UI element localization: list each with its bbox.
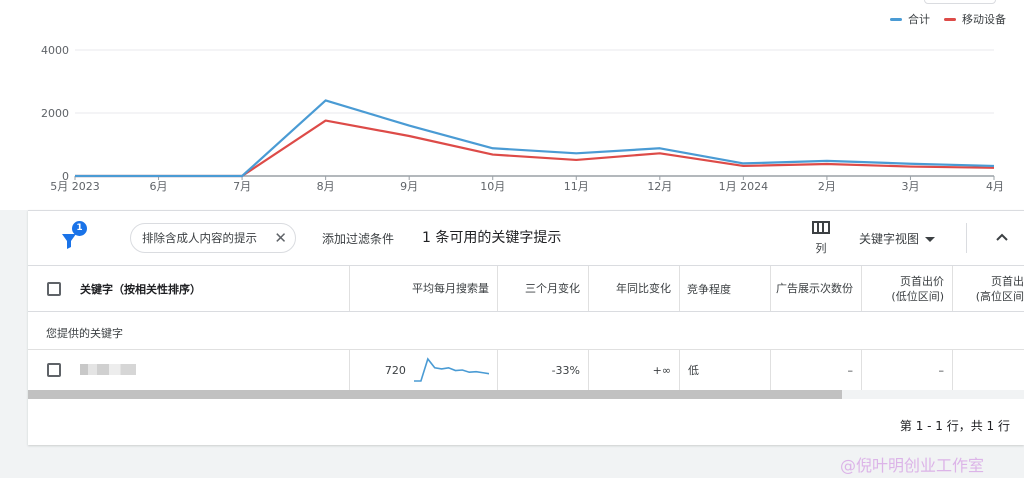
filter-chip-adult[interactable]: 排除含成人内容的提示 ✕ [130,223,296,253]
table-toolbar: 1 排除含成人内容的提示 ✕ 添加过滤条件 1 条可用的关键字提示 列 关键字视… [28,211,1024,265]
table-row[interactable]: 720 -33% +∞ 低 – – [28,350,1024,390]
keyword-view-dropdown[interactable]: 关键字视图 [859,230,936,247]
collapse-button[interactable] [994,229,1010,245]
watermark-text: @倪叶明创业工作室 [840,456,985,475]
section-label: 您提供的关键字 [46,327,123,340]
blurred-keyword [80,364,136,375]
keyword-count-title: 1 条可用的关键字提示 [422,230,562,246]
section-row-provided: 您提供的关键字 [28,312,1024,350]
x-tick-label: 3月 [901,180,919,193]
header-yoy[interactable]: 年同比变化 [588,266,679,311]
x-tick-label: 1月 2024 [719,180,769,193]
cell-competition: 低 [679,350,770,390]
line-chart-svg: 0200040005月 2023 6月 7月 8月 9月 10月 11月 12月 1月 2024… [41,44,1004,193]
cell-avg-monthly: 720 [349,350,497,390]
avg-monthly-value: 720 [384,363,406,377]
y-tick-label: 4000 [41,44,69,57]
header-bid-low-line2: (低位区间) [891,289,944,303]
x-tick-label: 2月 [818,180,836,193]
x-tick-label: 4月 [986,180,1004,193]
x-tick-label: 6月 [150,180,168,193]
header-bid-high[interactable]: 页首出 (高位区间 [952,266,1024,311]
keyword-view-label: 关键字视图 [859,232,920,246]
x-tick-label: 9月 [400,180,418,193]
x-tick-label: 12月 [647,180,672,193]
table-header-row: 关键字（按相关性排序） 平均每月搜索量 三个月变化 年同比变化 竞争程度 广告展… [28,265,1024,312]
cell-yoy: +∞ [588,350,679,390]
sparkline-line [413,357,489,382]
close-icon[interactable]: ✕ [274,230,287,246]
x-tick-label: 5月 2023 [50,180,100,193]
series-line-mobile [75,119,995,178]
trend-chart: 合计 移动设备 0 2000 4000 5月 2023 6月 7月 8月 9月 10月 11月 12… [0,0,1024,210]
select-all-checkbox[interactable] [47,282,61,296]
trend-sparkline [413,357,489,382]
columns-label: 列 [815,242,827,255]
header-three-month[interactable]: 三个月变化 [497,266,588,311]
horizontal-scrollbar[interactable] [28,390,1024,399]
add-filter-button[interactable]: 添加过滤条件 [322,230,394,247]
cell-bid-low: – [861,350,952,390]
y-tick-label: 2000 [41,107,69,120]
x-tick-label: 10月 [480,180,505,193]
scrollbar-thumb[interactable] [28,390,842,399]
header-competition[interactable]: 竞争程度 [679,266,770,311]
filter-count-badge: 1 [72,221,87,236]
header-avg-monthly[interactable]: 平均每月搜索量 [349,266,497,311]
columns-icon [812,221,830,234]
keyword-panel: 1 排除含成人内容的提示 ✕ 添加过滤条件 1 条可用的关键字提示 列 关键字视… [28,210,1024,445]
toolbar-divider [966,223,967,253]
filter-chip-label: 排除含成人内容的提示 [142,231,257,245]
header-bid-high-line2: (高位区间 [975,289,1024,303]
cell-impression: – [770,350,861,390]
header-bid-low-line1: 页首出价 [900,274,944,288]
pagination-text: 第 1 - 1 行，共 1 行 [899,419,1010,433]
x-tick-label: 7月 [233,180,251,193]
cell-three-month: -33% [497,350,588,390]
columns-button[interactable]: 列 [810,221,832,256]
x-tick-label: 8月 [317,180,335,193]
header-bid-low[interactable]: 页首出价 (低位区间) [861,266,952,311]
x-tick-label: 11月 [564,180,589,193]
caret-down-icon [925,237,936,242]
header-bid-high-line1: 页首出 [991,274,1024,288]
cell-bid-high [952,350,1024,390]
chevron-up-icon [996,233,1008,241]
row-checkbox[interactable] [47,363,61,377]
header-impression[interactable]: 广告展示次数份 [770,266,861,311]
header-keyword[interactable]: 关键字（按相关性排序） [80,266,348,311]
